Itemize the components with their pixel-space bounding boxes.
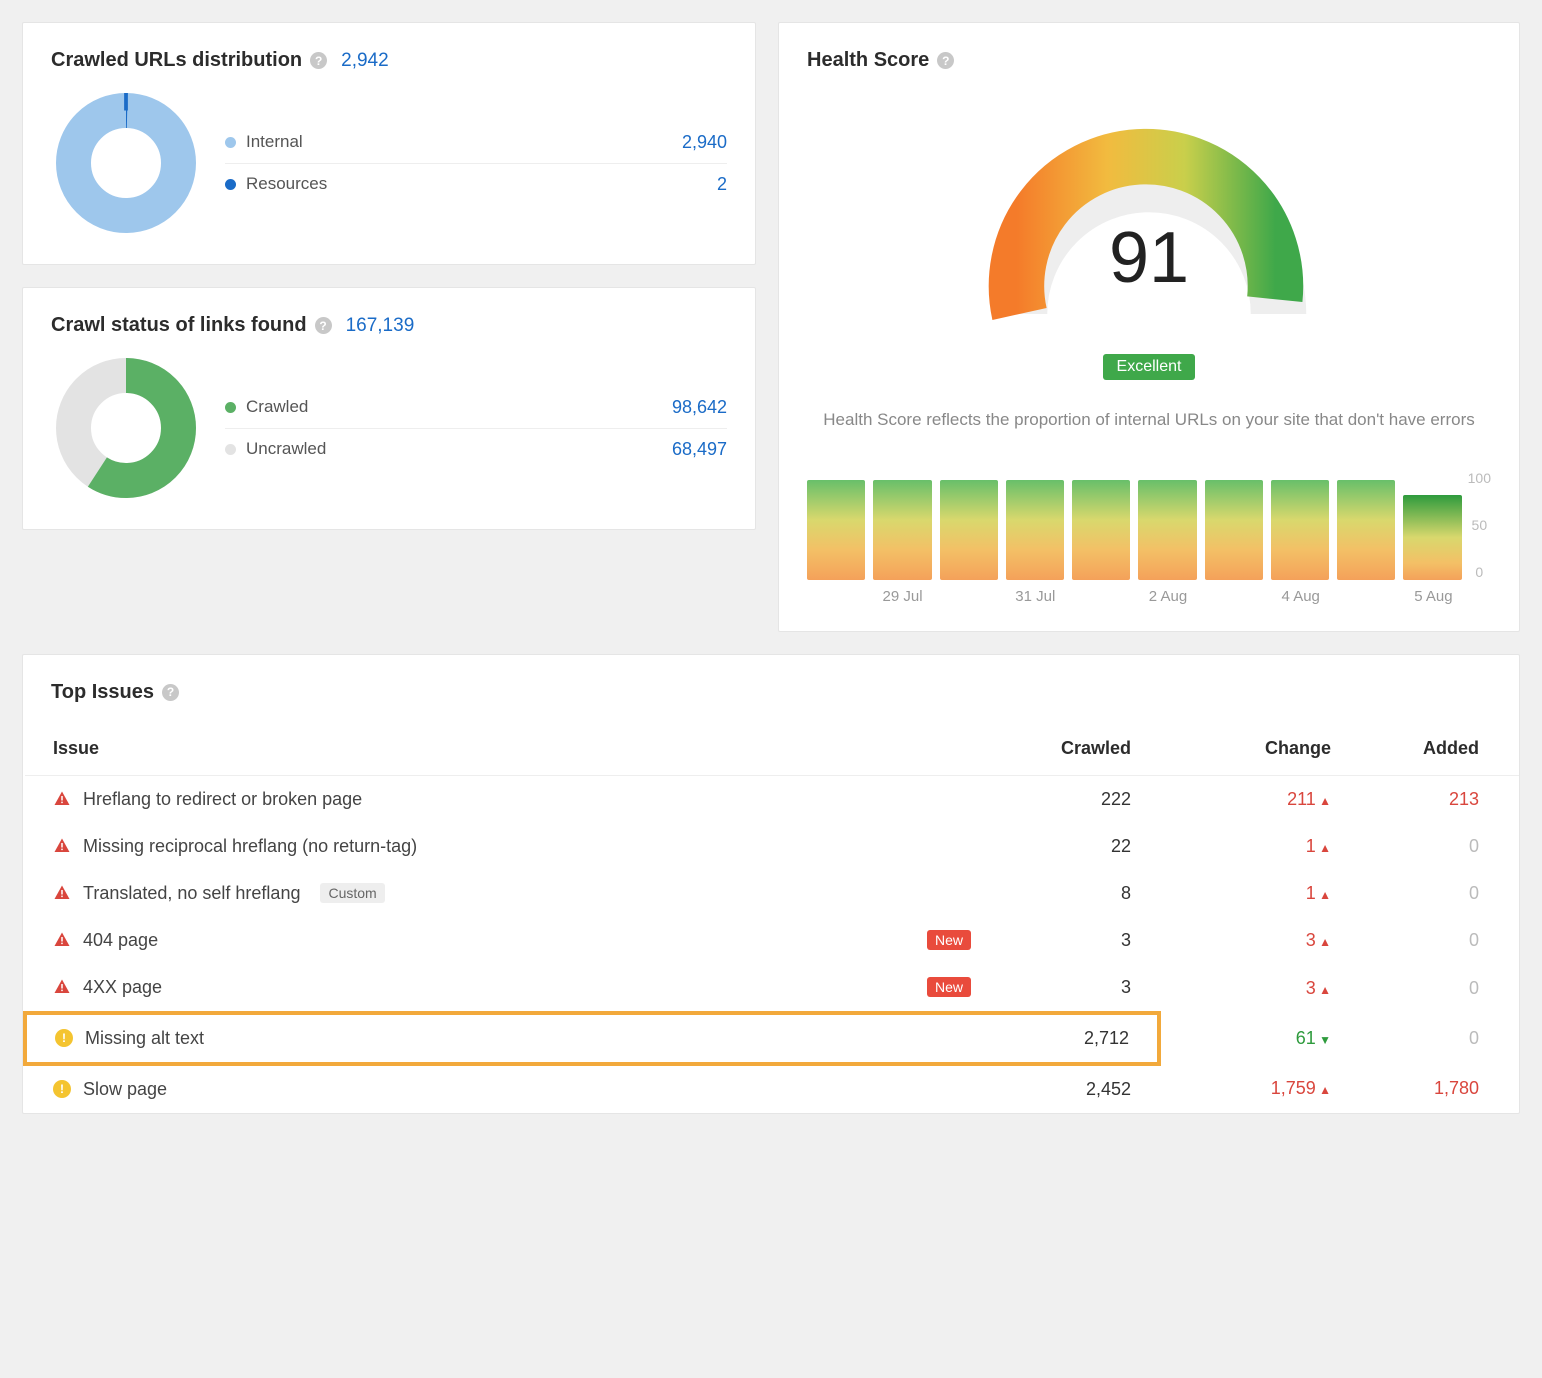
issue-crawled: 3 xyxy=(999,917,1159,964)
table-row[interactable]: ! Slow page 2,452 1,759 1,780 xyxy=(25,1064,1519,1113)
crawl-status-card: Crawl status of links found ? 167,139 Cr… xyxy=(22,287,756,530)
legend-label: Uncrawled xyxy=(246,439,326,459)
health-bar xyxy=(940,480,998,580)
legend-item-resources[interactable]: Resources 2 xyxy=(225,164,727,205)
issue-added: 0 xyxy=(1469,930,1479,950)
health-xaxis: 29 Jul 31 Jul 2 Aug 4 Aug 5 Aug xyxy=(807,588,1491,605)
issues-table: Issue Crawled Change Added Hreflang to r… xyxy=(23,722,1519,1113)
warning-icon: ! xyxy=(53,1080,71,1098)
crawled-urls-card: Crawled URLs distribution ? 2,942 Intern… xyxy=(22,22,756,265)
issue-added: 0 xyxy=(1469,836,1479,856)
issue-crawled: 22 xyxy=(999,823,1159,870)
col-added: Added xyxy=(1359,722,1519,776)
table-row[interactable]: 4XX page New 3 3 0 xyxy=(25,964,1519,1013)
legend-dot xyxy=(225,444,236,455)
info-icon[interactable]: ? xyxy=(162,684,179,701)
table-row[interactable]: Hreflang to redirect or broken page 222 … xyxy=(25,775,1519,823)
table-row[interactable]: 404 page New 3 3 0 xyxy=(25,917,1519,964)
crawl-status-donut[interactable] xyxy=(51,353,201,503)
issue-change: 211 xyxy=(1287,789,1331,809)
new-badge: New xyxy=(927,977,971,997)
issue-name: Translated, no self hreflang xyxy=(83,883,300,904)
issue-added: 1,780 xyxy=(1434,1078,1479,1098)
issue-crawled: 3 xyxy=(999,964,1159,1013)
health-bar xyxy=(807,480,865,580)
col-issue: Issue xyxy=(25,722,999,776)
custom-badge: Custom xyxy=(320,883,384,903)
health-bar xyxy=(873,480,931,580)
table-row[interactable]: ! Missing alt text 2,712 61 0 xyxy=(25,1013,1519,1064)
health-description: Health Score reflects the proportion of … xyxy=(817,408,1481,432)
table-row[interactable]: Missing reciprocal hreflang (no return-t… xyxy=(25,823,1519,870)
legend-item-uncrawled[interactable]: Uncrawled 68,497 xyxy=(225,429,727,470)
issue-name: Missing alt text xyxy=(85,1028,204,1049)
issue-added: 0 xyxy=(1469,883,1479,903)
issue-change: 3 xyxy=(1306,978,1331,998)
issue-name: Hreflang to redirect or broken page xyxy=(83,789,362,810)
info-icon[interactable]: ? xyxy=(315,317,332,334)
legend-dot xyxy=(225,137,236,148)
issue-change: 3 xyxy=(1306,930,1331,950)
issue-name: 4XX page xyxy=(83,977,162,998)
health-bar xyxy=(1403,495,1461,580)
health-score-card: Health Score ? 91 xyxy=(778,22,1520,632)
issue-name: 404 page xyxy=(83,930,158,951)
info-icon[interactable]: ? xyxy=(937,52,954,69)
card-title: Crawl status of links found xyxy=(51,314,307,337)
legend-label: Internal xyxy=(246,132,303,152)
issue-crawled: 8 xyxy=(999,870,1159,917)
crawl-status-total[interactable]: 167,139 xyxy=(346,315,415,337)
card-title: Health Score xyxy=(807,49,929,72)
health-score-value: 91 xyxy=(964,217,1334,299)
legend-label: Resources xyxy=(246,174,327,194)
error-icon xyxy=(53,978,71,996)
issue-name: Missing reciprocal hreflang (no return-t… xyxy=(83,836,417,857)
health-history-chart[interactable] xyxy=(807,460,1462,580)
legend-value: 98,642 xyxy=(672,397,727,418)
crawled-urls-donut[interactable] xyxy=(51,88,201,238)
health-badge: Excellent xyxy=(1103,354,1196,380)
col-change: Change xyxy=(1159,722,1359,776)
top-issues-card: Top Issues ? Issue Crawled Change Added … xyxy=(22,654,1520,1114)
issue-name: Slow page xyxy=(83,1079,167,1100)
col-crawled: Crawled xyxy=(999,722,1159,776)
health-scale: 100 50 0 xyxy=(1468,470,1491,580)
issue-added: 0 xyxy=(1469,978,1479,998)
table-row[interactable]: Translated, no self hreflang Custom 8 1 0 xyxy=(25,870,1519,917)
issue-added: 213 xyxy=(1449,789,1479,809)
health-gauge[interactable]: 91 xyxy=(964,92,1334,356)
issue-change: 1 xyxy=(1306,836,1331,856)
error-icon xyxy=(53,931,71,949)
error-icon xyxy=(53,884,71,902)
issue-crawled: 2,712 xyxy=(999,1013,1159,1064)
health-bar xyxy=(1337,480,1395,580)
legend-value: 2 xyxy=(717,174,727,195)
warning-icon: ! xyxy=(55,1029,73,1047)
legend-item-crawled[interactable]: Crawled 98,642 xyxy=(225,387,727,429)
health-bar xyxy=(1006,480,1064,580)
health-bar xyxy=(1072,480,1130,580)
issue-crawled: 2,452 xyxy=(999,1064,1159,1113)
legend-dot xyxy=(225,179,236,190)
issue-added: 0 xyxy=(1469,1028,1479,1048)
legend-value: 68,497 xyxy=(672,439,727,460)
issue-change: 1 xyxy=(1306,883,1331,903)
new-badge: New xyxy=(927,930,971,950)
card-title: Top Issues xyxy=(51,681,154,704)
legend-item-internal[interactable]: Internal 2,940 xyxy=(225,122,727,164)
info-icon[interactable]: ? xyxy=(310,52,327,69)
health-bar xyxy=(1205,480,1263,580)
crawled-urls-total[interactable]: 2,942 xyxy=(341,50,389,72)
legend-dot xyxy=(225,402,236,413)
issue-crawled: 222 xyxy=(999,775,1159,823)
issue-change: 1,759 xyxy=(1271,1078,1331,1098)
legend-value: 2,940 xyxy=(682,132,727,153)
issue-change: 61 xyxy=(1296,1028,1331,1048)
error-icon xyxy=(53,837,71,855)
error-icon xyxy=(53,790,71,808)
card-title: Crawled URLs distribution xyxy=(51,49,302,72)
health-bar xyxy=(1138,480,1196,580)
health-bar xyxy=(1271,480,1329,580)
legend-label: Crawled xyxy=(246,397,308,417)
